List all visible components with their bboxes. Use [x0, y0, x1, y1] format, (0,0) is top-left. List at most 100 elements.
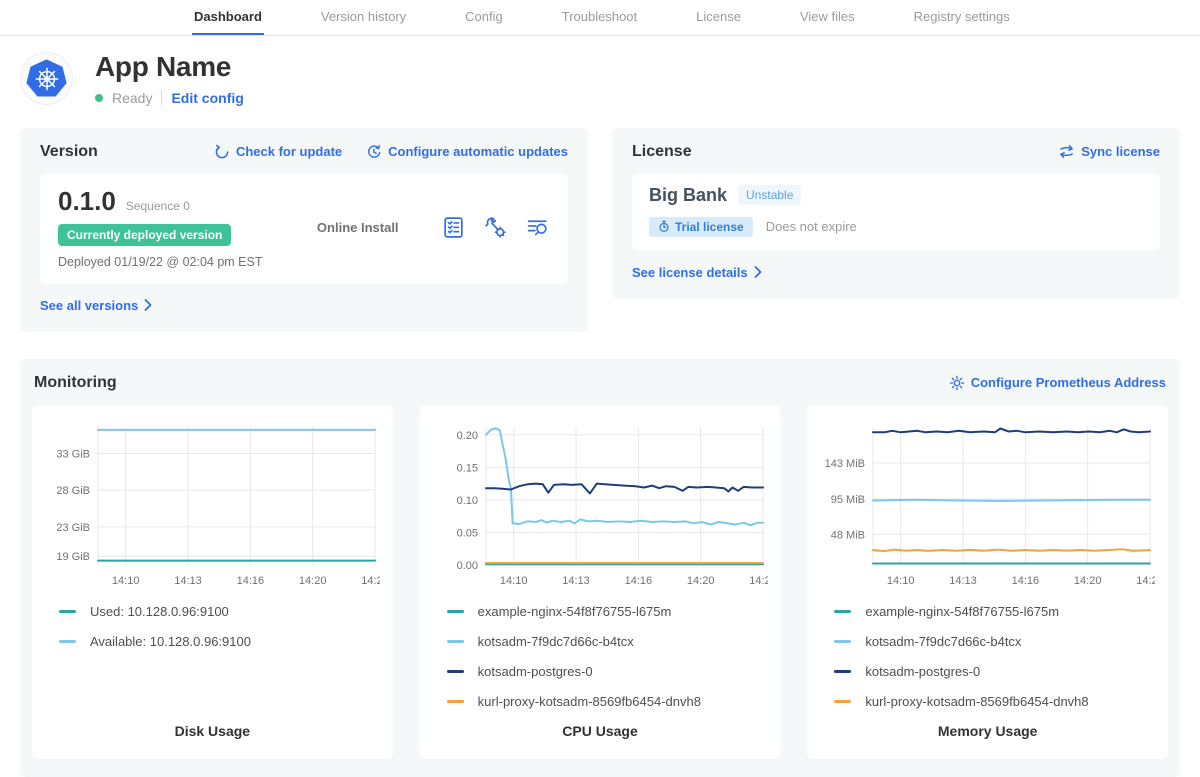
legend-item: Available: 10.128.0.96:9100	[59, 634, 381, 649]
svg-text:0.20: 0.20	[456, 430, 477, 442]
status-text: Ready	[112, 90, 152, 106]
license-card-title: License	[632, 143, 692, 161]
memory-usage-card: 48 MiB95 MiB143 MiB14:1014:1314:1614:201…	[807, 405, 1168, 759]
tab-version-history[interactable]: Version history	[319, 0, 408, 35]
svg-text:14:23: 14:23	[1137, 575, 1156, 587]
tab-registry-settings[interactable]: Registry settings	[912, 0, 1012, 35]
cpu-usage-legend: example-nginx-54f8f76755-l675mkotsadm-7f…	[432, 604, 769, 709]
tab-troubleshoot[interactable]: Troubleshoot	[560, 0, 639, 35]
app-header: App Name Ready Edit config	[20, 52, 1180, 106]
legend-item: kurl-proxy-kotsadm-8569fb6454-dnvh8	[447, 694, 769, 709]
svg-text:14:13: 14:13	[562, 575, 590, 587]
preflight-checks-icon[interactable]	[441, 215, 466, 240]
license-card: License Sync license Big Bank	[612, 128, 1180, 299]
svg-text:14:13: 14:13	[950, 575, 978, 587]
svg-text:23 GiB: 23 GiB	[56, 522, 90, 534]
monitoring-title: Monitoring	[34, 374, 117, 392]
tab-config[interactable]: Config	[463, 0, 505, 35]
legend-dash-icon	[447, 670, 464, 673]
legend-label: kotsadm-postgres-0	[478, 664, 593, 679]
kotsadm-7f9dc7d66c-b4tcx-line	[873, 500, 1150, 501]
legend-item: kurl-proxy-kotsadm-8569fb6454-dnvh8	[834, 694, 1156, 709]
svg-text:14:10: 14:10	[112, 575, 140, 587]
legend-item: kotsadm-7f9dc7d66c-b4tcx	[834, 634, 1156, 649]
chevron-right-icon	[144, 299, 152, 311]
page-content: App Name Ready Edit config Version	[0, 52, 1200, 777]
chevron-right-icon	[754, 266, 762, 278]
legend-dash-icon	[447, 640, 464, 643]
version-card-header: Version Check for update	[40, 143, 568, 161]
svg-text:14:23: 14:23	[749, 575, 768, 587]
sync-icon	[1058, 144, 1075, 159]
top-nav: Dashboard Version history Config Troublesho…	[0, 0, 1200, 36]
configure-prometheus-button[interactable]: Configure Prometheus Address	[949, 375, 1166, 391]
svg-text:19 GiB: 19 GiB	[56, 551, 90, 563]
current-version-panel: 0.1.0 Sequence 0 Currently deployed vers…	[40, 173, 568, 284]
version-card-actions: Check for update Configure automatic up	[214, 144, 568, 160]
kotsadm-postgres-0-line	[486, 483, 763, 493]
svg-text:14:16: 14:16	[237, 575, 265, 587]
edit-config-link[interactable]: Edit config	[171, 90, 243, 106]
status-dot-icon	[95, 94, 103, 102]
check-for-update-button[interactable]: Check for update	[214, 144, 342, 160]
view-logs-icon[interactable]	[525, 215, 550, 240]
memory-usage-chart: 48 MiB95 MiB143 MiB14:1014:1314:1614:201…	[819, 421, 1155, 591]
nav-tabs: Dashboard Version history Config Troublesho…	[192, 0, 1012, 35]
legend-dash-icon	[447, 700, 464, 703]
kubernetes-icon	[26, 59, 67, 98]
version-action-icons	[441, 215, 550, 240]
app-status-row: Ready Edit config	[95, 90, 244, 106]
legend-label: kurl-proxy-kotsadm-8569fb6454-dnvh8	[865, 694, 1088, 709]
legend-dash-icon	[834, 610, 851, 613]
edit-config-tools-icon[interactable]	[483, 215, 508, 240]
version-info: 0.1.0 Sequence 0 Currently deployed vers…	[58, 186, 274, 269]
trial-license-badge: Trial license	[649, 217, 753, 237]
legend-dash-icon	[447, 610, 464, 613]
kotsadm-7f9dc7d66c-b4tcx-line	[486, 428, 763, 525]
svg-text:0.15: 0.15	[456, 462, 477, 474]
memory-usage-title: Memory Usage	[819, 709, 1156, 747]
clock-refresh-icon	[366, 144, 382, 160]
install-type-label: Online Install	[274, 220, 441, 235]
svg-text:14:23: 14:23	[361, 575, 380, 587]
sync-license-button[interactable]: Sync license	[1058, 144, 1160, 159]
tab-license[interactable]: License	[694, 0, 743, 35]
disk-usage-legend: Used: 10.128.0.96:9100 Available: 10.128.…	[44, 604, 381, 649]
legend-label: kurl-proxy-kotsadm-8569fb6454-dnvh8	[478, 694, 701, 709]
memory-usage-legend: example-nginx-54f8f76755-l675m kotsadm-7f…	[819, 604, 1156, 709]
version-card-title: Version	[40, 143, 98, 161]
svg-text:14:16: 14:16	[624, 575, 652, 587]
see-license-details-link[interactable]: See license details	[632, 265, 762, 280]
legend-label: example-nginx-54f8f76755-l675m	[865, 604, 1059, 619]
svg-text:143 MiB: 143 MiB	[825, 458, 865, 470]
version-number: 0.1.0	[58, 186, 116, 217]
disk-usage-chart: 19 GiB23 GiB28 GiB33 GiB14:1014:1314:161…	[44, 421, 380, 591]
monitoring-header: Monitoring Configure Prometheus Address	[32, 374, 1168, 392]
legend-label: kotsadm-7f9dc7d66c-b4tcx	[478, 634, 634, 649]
license-name: Big Bank	[649, 185, 727, 206]
tab-dashboard[interactable]: Dashboard	[192, 0, 264, 35]
svg-text:0.10: 0.10	[456, 495, 477, 507]
legend-label: Used: 10.128.0.96:9100	[90, 604, 229, 619]
svg-text:48 MiB: 48 MiB	[831, 529, 865, 541]
cpu-usage-title: CPU Usage	[432, 709, 769, 747]
legend-dash-icon	[834, 670, 851, 673]
page-title: App Name	[95, 52, 244, 83]
monitoring-section: Monitoring Configure Prometheus Address	[20, 359, 1180, 777]
svg-text:95 MiB: 95 MiB	[831, 494, 865, 506]
legend-dash-icon	[59, 640, 76, 643]
svg-text:14:20: 14:20	[299, 575, 327, 587]
kotsadm-postgres-0-line	[873, 428, 1150, 432]
legend-item: kotsadm-7f9dc7d66c-b4tcx	[447, 634, 769, 649]
deployed-timestamp: Deployed 01/19/22 @ 02:04 pm EST	[58, 255, 274, 269]
legend-label: kotsadm-7f9dc7d66c-b4tcx	[865, 634, 1021, 649]
legend-dash-icon	[834, 700, 851, 703]
configure-automatic-updates-button[interactable]: Configure automatic updates	[366, 144, 568, 160]
svg-text:0.00: 0.00	[456, 560, 477, 572]
tab-view-files[interactable]: View files	[798, 0, 857, 35]
app-header-text: App Name Ready Edit config	[95, 52, 244, 106]
disk-usage-title: Disk Usage	[44, 709, 381, 747]
see-all-versions-link[interactable]: See all versions	[40, 298, 152, 313]
deployed-badge: Currently deployed version	[58, 224, 231, 246]
legend-dash-icon	[59, 610, 76, 613]
